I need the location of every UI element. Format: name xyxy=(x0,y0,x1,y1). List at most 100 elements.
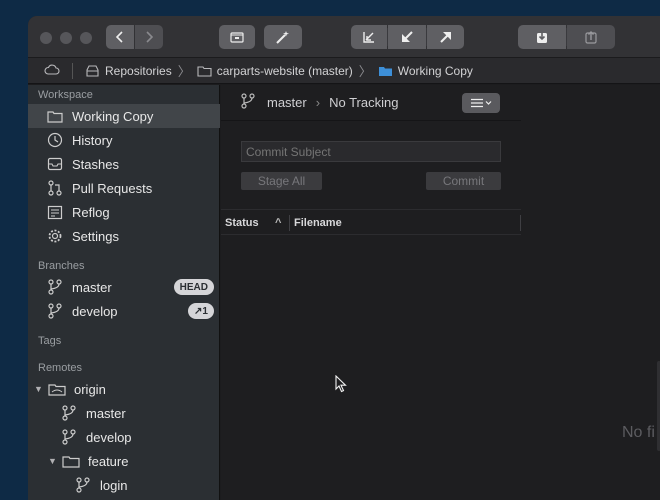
sidebar-toggle-button[interactable] xyxy=(219,25,255,49)
zoom-window-button[interactable] xyxy=(80,32,92,44)
back-button[interactable] xyxy=(106,25,134,49)
sidebar-item-label: Stashes xyxy=(72,156,119,172)
breadcrumb-working-copy-label: Working Copy xyxy=(397,63,473,78)
folder-icon xyxy=(60,452,82,470)
working-copy-folder-icon xyxy=(378,66,392,76)
app-window: Repositories 〉 carparts-website (master)… xyxy=(28,16,660,500)
pull-icon xyxy=(402,31,413,42)
stash-icon xyxy=(537,31,547,43)
stash-button[interactable] xyxy=(518,25,566,49)
sidebar-item-label: Reflog xyxy=(72,204,110,220)
magic-wand-button[interactable] xyxy=(264,25,302,49)
back-icon xyxy=(115,31,123,43)
folder-sidebar-icon xyxy=(230,32,244,43)
sidebar-item-label: Working Copy xyxy=(72,108,154,124)
commit-panel: Stage All Commit xyxy=(221,122,521,210)
chevron-right-icon: › xyxy=(315,95,321,110)
sidebar-item-remote-master[interactable]: master xyxy=(28,401,220,425)
sidebar-item-label: master xyxy=(86,405,126,421)
sidebar-item-remote-develop[interactable]: develop xyxy=(28,425,220,449)
pull-request-icon xyxy=(44,179,66,197)
branch-icon xyxy=(72,476,94,494)
chevron-right-icon: 〉 xyxy=(358,64,372,79)
breadcrumb: Repositories 〉 carparts-website (master)… xyxy=(28,58,660,84)
fetch-icon xyxy=(363,32,374,43)
sidebar-item-branch-develop[interactable]: develop ↗1 xyxy=(28,299,220,323)
remote-folder-icon xyxy=(46,380,68,398)
folder-icon xyxy=(197,65,212,77)
commit-subject-input[interactable] xyxy=(241,141,501,162)
breadcrumb-repositories-label: Repositories xyxy=(105,63,172,78)
sidebar-item-branch-master[interactable]: master HEAD xyxy=(28,275,220,299)
branch-icon xyxy=(44,278,66,296)
close-window-button[interactable] xyxy=(40,32,52,44)
branch-icon xyxy=(58,428,80,446)
pop-stash-button[interactable] xyxy=(567,25,615,49)
sidebar-item-label: Settings xyxy=(72,228,119,244)
sidebar-item-label: develop xyxy=(86,429,132,445)
forward-icon xyxy=(146,31,154,43)
branch-icon xyxy=(58,404,80,422)
sidebar-section-remotes: Remotes xyxy=(38,362,83,374)
sidebar-item-pull-requests[interactable]: Pull Requests xyxy=(28,176,220,200)
sidebar-item-working-copy[interactable]: Working Copy xyxy=(28,104,220,128)
sidebar-item-history[interactable]: History xyxy=(28,128,220,152)
forward-button[interactable] xyxy=(135,25,163,49)
sidebar-section-branches: Branches xyxy=(38,260,85,272)
push-icon xyxy=(439,32,451,43)
sidebar-section-tags[interactable]: Tags xyxy=(38,335,61,347)
push-button[interactable] xyxy=(427,25,464,49)
reflog-icon xyxy=(44,203,66,221)
sidebar-item-label: History xyxy=(72,132,113,148)
sidebar-item-label: master xyxy=(72,279,112,295)
sidebar-item-label: Pull Requests xyxy=(72,180,153,196)
pop-stash-icon xyxy=(585,31,597,44)
breadcrumb-repo-label: carparts-website (master) xyxy=(216,63,353,78)
disclosure-triangle-icon[interactable]: ▼ xyxy=(48,456,58,466)
sidebar-item-label: login xyxy=(100,477,128,493)
history-icon xyxy=(44,131,66,149)
working-copy-pane: master › No Tracking Stage All Commit St… xyxy=(221,85,660,500)
options-menu-button[interactable] xyxy=(462,93,500,113)
working-copy-icon xyxy=(44,107,66,125)
sidebar-item-remote-origin[interactable]: ▼ origin xyxy=(28,377,220,401)
list-menu-icon xyxy=(471,98,492,108)
stage-all-button[interactable]: Stage All xyxy=(241,172,322,190)
sidebar-item-label: develop xyxy=(72,303,118,319)
head-badge: HEAD xyxy=(173,279,214,295)
disclosure-triangle-icon[interactable]: ▼ xyxy=(34,384,44,394)
sidebar-item-stashes[interactable]: Stashes xyxy=(28,152,220,176)
breadcrumb-repo[interactable]: carparts-website (master) xyxy=(197,64,353,78)
column-filename[interactable]: Filename xyxy=(294,217,520,229)
sidebar-item-folder-feature[interactable]: ▼ feature xyxy=(28,449,220,473)
fetch-button[interactable] xyxy=(351,25,387,49)
toolbar xyxy=(28,16,660,58)
file-table-header: Status ^ Filename xyxy=(221,211,521,235)
branch-icon xyxy=(44,302,66,320)
sidebar-item-settings[interactable]: Settings xyxy=(28,224,220,248)
ahead-count-badge: ↗1 xyxy=(188,303,214,319)
branch-icon xyxy=(241,93,255,112)
sidebar-item-label: origin xyxy=(74,381,106,397)
breadcrumb-repositories[interactable]: Repositories xyxy=(85,64,172,78)
commit-button[interactable]: Commit xyxy=(426,172,501,190)
breadcrumb-working-copy[interactable]: Working Copy xyxy=(378,64,473,78)
sidebar: Workspace Working Copy History Stashes P… xyxy=(28,85,220,500)
sidebar-item-reflog[interactable]: Reflog xyxy=(28,200,220,224)
tracking-label[interactable]: No Tracking xyxy=(329,95,398,110)
column-status[interactable]: Status xyxy=(225,217,275,229)
stash-box-icon xyxy=(44,155,66,173)
sort-ascending-icon[interactable]: ^ xyxy=(275,217,289,229)
divider xyxy=(72,62,73,79)
sidebar-item-remote-login[interactable]: login xyxy=(28,473,220,497)
minimize-window-button[interactable] xyxy=(60,32,72,44)
sidebar-item-label: feature xyxy=(88,453,129,469)
drive-icon xyxy=(86,64,99,77)
sidebar-section-workspace: Workspace xyxy=(38,89,93,101)
cloud-icon[interactable] xyxy=(44,64,60,78)
magic-wand-icon xyxy=(276,31,289,44)
pull-button[interactable] xyxy=(388,25,426,49)
empty-state-label: No fi xyxy=(622,424,655,441)
current-branch-label[interactable]: master xyxy=(267,95,307,110)
gear-icon xyxy=(44,227,66,245)
